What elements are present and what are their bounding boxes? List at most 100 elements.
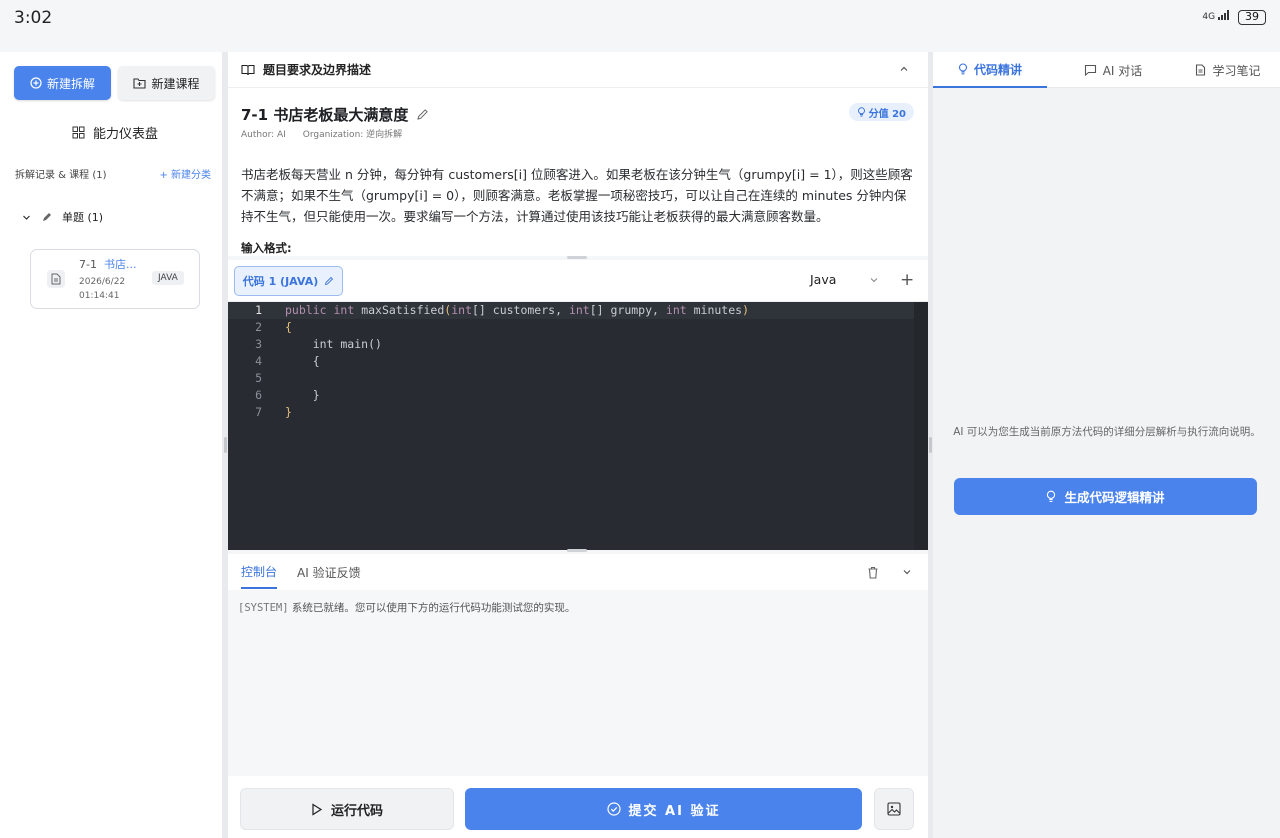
generate-explanation-label: 生成代码逻辑精讲: [1064, 490, 1165, 505]
record-time: 01:14:41: [79, 291, 120, 301]
problem-description: 书店老板每天营业 n 分钟，每分钟有 customers[i] 位顾客进入。如果…: [241, 167, 913, 224]
editor-toolbar: 代码 1 (JAVA) Java +: [228, 260, 928, 302]
tab-ai-feedback[interactable]: AI 验证反馈: [297, 564, 361, 581]
battery-icon: 39: [1238, 10, 1266, 25]
code-line: 1 public int maxSatisfied(int[] customers…: [228, 302, 914, 319]
right-splitter-handle[interactable]: [929, 437, 932, 453]
problem-title-text: 7-1 书店老板最大满意度: [241, 106, 409, 124]
record-card[interactable]: 7-1 书店... 2026/6/22 01:14:41 JAVA: [30, 249, 200, 309]
code-panel: 代码 1 (JAVA) Java + 1 public int maxSatisf…: [228, 260, 928, 550]
status-bar: 3:02 4G 39: [0, 0, 1280, 36]
record-date: 2026/6/22: [79, 277, 126, 287]
code-editor[interactable]: 1 public int maxSatisfied(int[] customers…: [228, 302, 928, 550]
submit-label: 提交 AI 验证: [628, 803, 721, 819]
code-tab[interactable]: 代码 1 (JAVA): [234, 266, 343, 296]
line-number: 2: [255, 320, 262, 334]
chevron-down-icon[interactable]: [901, 566, 913, 578]
code-line: 3 int main(): [228, 336, 914, 353]
signal-label: 4G: [1202, 12, 1216, 22]
new-decompose-button[interactable]: 新建拆解: [14, 66, 111, 100]
sidebar: 新建拆解 新建课程 能力仪表盘 拆解记录 & 课程 (1) + 新建分类 单题 …: [0, 52, 222, 838]
language-badge: JAVA: [152, 271, 184, 285]
top-splitter-handle[interactable]: [567, 256, 587, 259]
book-icon: [241, 64, 255, 75]
image-upload-button[interactable]: [874, 788, 914, 830]
notes-icon: [1196, 64, 1206, 76]
assistant-tabs: 代码精讲 AI 对话 学习笔记: [933, 52, 1280, 88]
edit-icon[interactable]: [324, 276, 334, 286]
add-tab-button[interactable]: +: [900, 270, 914, 290]
check-circle-icon: [606, 802, 621, 816]
problem-organization: Organization: 逆向拆解: [302, 130, 403, 140]
console-message: 系统已就绪。您可以使用下方的运行代码功能测试您的实现。: [291, 602, 576, 614]
records-section-header: 拆解记录 & 课程 (1) + 新建分类: [15, 166, 211, 181]
code-line: 6 }: [228, 387, 914, 404]
clock: 3:02: [14, 8, 53, 28]
language-select[interactable]: Java: [810, 272, 836, 287]
action-bar: 运行代码 提交 AI 验证: [228, 776, 928, 838]
record-prefix: 7-1: [79, 258, 97, 271]
image-icon: [887, 802, 901, 816]
tab-study-notes[interactable]: 学习笔记: [1178, 52, 1278, 88]
problem-panel-header[interactable]: 题目要求及边界描述: [228, 52, 928, 88]
code-line: 5: [228, 370, 914, 387]
run-code-label: 运行代码: [330, 803, 383, 819]
bulb-icon: [1047, 490, 1056, 503]
bulb-icon: [857, 107, 865, 117]
assistant-panel: 代码精讲 AI 对话 学习笔记 AI 可以为您生成当前原方法代码的详细分层解析与…: [933, 52, 1280, 838]
line-number: 7: [255, 405, 262, 419]
record-datetime: 2026/6/22 01:14:41: [79, 275, 125, 303]
play-icon: [312, 802, 323, 816]
editor-scrollbar[interactable]: [914, 302, 928, 550]
console-output: [SYSTEM] 系统已就绪。您可以使用下方的运行代码功能测试您的实现。: [238, 600, 575, 615]
line-number: 4: [255, 354, 262, 368]
line-number: 1: [255, 303, 262, 317]
assistant-hint: AI 可以为您生成当前原方法代码的详细分层解析与执行流向说明。: [953, 426, 1261, 438]
code-line: 2{: [228, 319, 914, 336]
problem-panel-title: 题目要求及边界描述: [263, 63, 372, 77]
pencil-icon: [43, 212, 51, 221]
tab-console[interactable]: 控制台: [241, 555, 278, 589]
line-number: 6: [255, 388, 262, 402]
chevron-down-icon[interactable]: [22, 213, 31, 222]
document-icon: [47, 270, 65, 288]
left-splitter-handle[interactable]: [224, 437, 227, 453]
tab-code-explain[interactable]: 代码精讲: [933, 52, 1047, 88]
record-title: 7-1 书店...: [79, 256, 136, 272]
line-number: 5: [255, 371, 262, 385]
problem-author: Author: AI: [241, 130, 286, 140]
plus-circle-icon: [30, 77, 42, 89]
generate-explanation-button[interactable]: 生成代码逻辑精讲: [954, 478, 1257, 515]
console-panel: 控制台 AI 验证反馈 [SYSTEM] 系统已就绪。您可以使用下方的运行代码功…: [228, 554, 928, 838]
submit-ai-verify-button[interactable]: 提交 AI 验证: [465, 788, 862, 830]
record-name: 书店...: [103, 258, 137, 271]
run-code-button[interactable]: 运行代码: [240, 788, 454, 830]
dashboard-link[interactable]: 能力仪表盘: [0, 120, 230, 144]
code-line: 4 {: [228, 353, 914, 370]
bulb-icon: [958, 63, 968, 75]
signal-icon: 4G: [1202, 10, 1232, 22]
chevron-up-icon[interactable]: [898, 63, 910, 75]
tab-code-explain-label: 代码精讲: [973, 62, 1022, 77]
problem-panel: 题目要求及边界描述 7-1 书店老板最大满意度 Author: AI Organ…: [228, 52, 928, 256]
new-course-label: 新建课程: [151, 76, 200, 91]
folder-plus-icon: [133, 78, 147, 89]
chevron-down-icon[interactable]: [868, 274, 880, 286]
new-decompose-label: 新建拆解: [46, 76, 95, 91]
app-window: 新建拆解 新建课程 能力仪表盘 拆解记录 & 课程 (1) + 新建分类 单题 …: [0, 52, 1280, 838]
code-line: 7}: [228, 404, 914, 421]
console-tabs: 控制台 AI 验证反馈: [228, 554, 928, 590]
system-tag: [SYSTEM]: [238, 602, 289, 614]
bottom-splitter-handle[interactable]: [567, 549, 587, 552]
line-number: 3: [255, 337, 262, 351]
chat-icon: [1084, 64, 1096, 76]
group-label: 单题 (1): [62, 211, 104, 224]
tab-ai-chat[interactable]: AI 对话: [1058, 52, 1168, 88]
edit-icon[interactable]: [416, 108, 429, 121]
new-course-button[interactable]: 新建课程: [118, 66, 215, 100]
new-category-button[interactable]: + 新建分类: [159, 166, 211, 181]
code-tab-label: 代码 1 (JAVA): [242, 275, 319, 288]
tree-group-single[interactable]: 单题 (1): [22, 209, 103, 225]
dashboard-label: 能力仪表盘: [92, 126, 158, 142]
trash-icon[interactable]: [867, 566, 879, 579]
